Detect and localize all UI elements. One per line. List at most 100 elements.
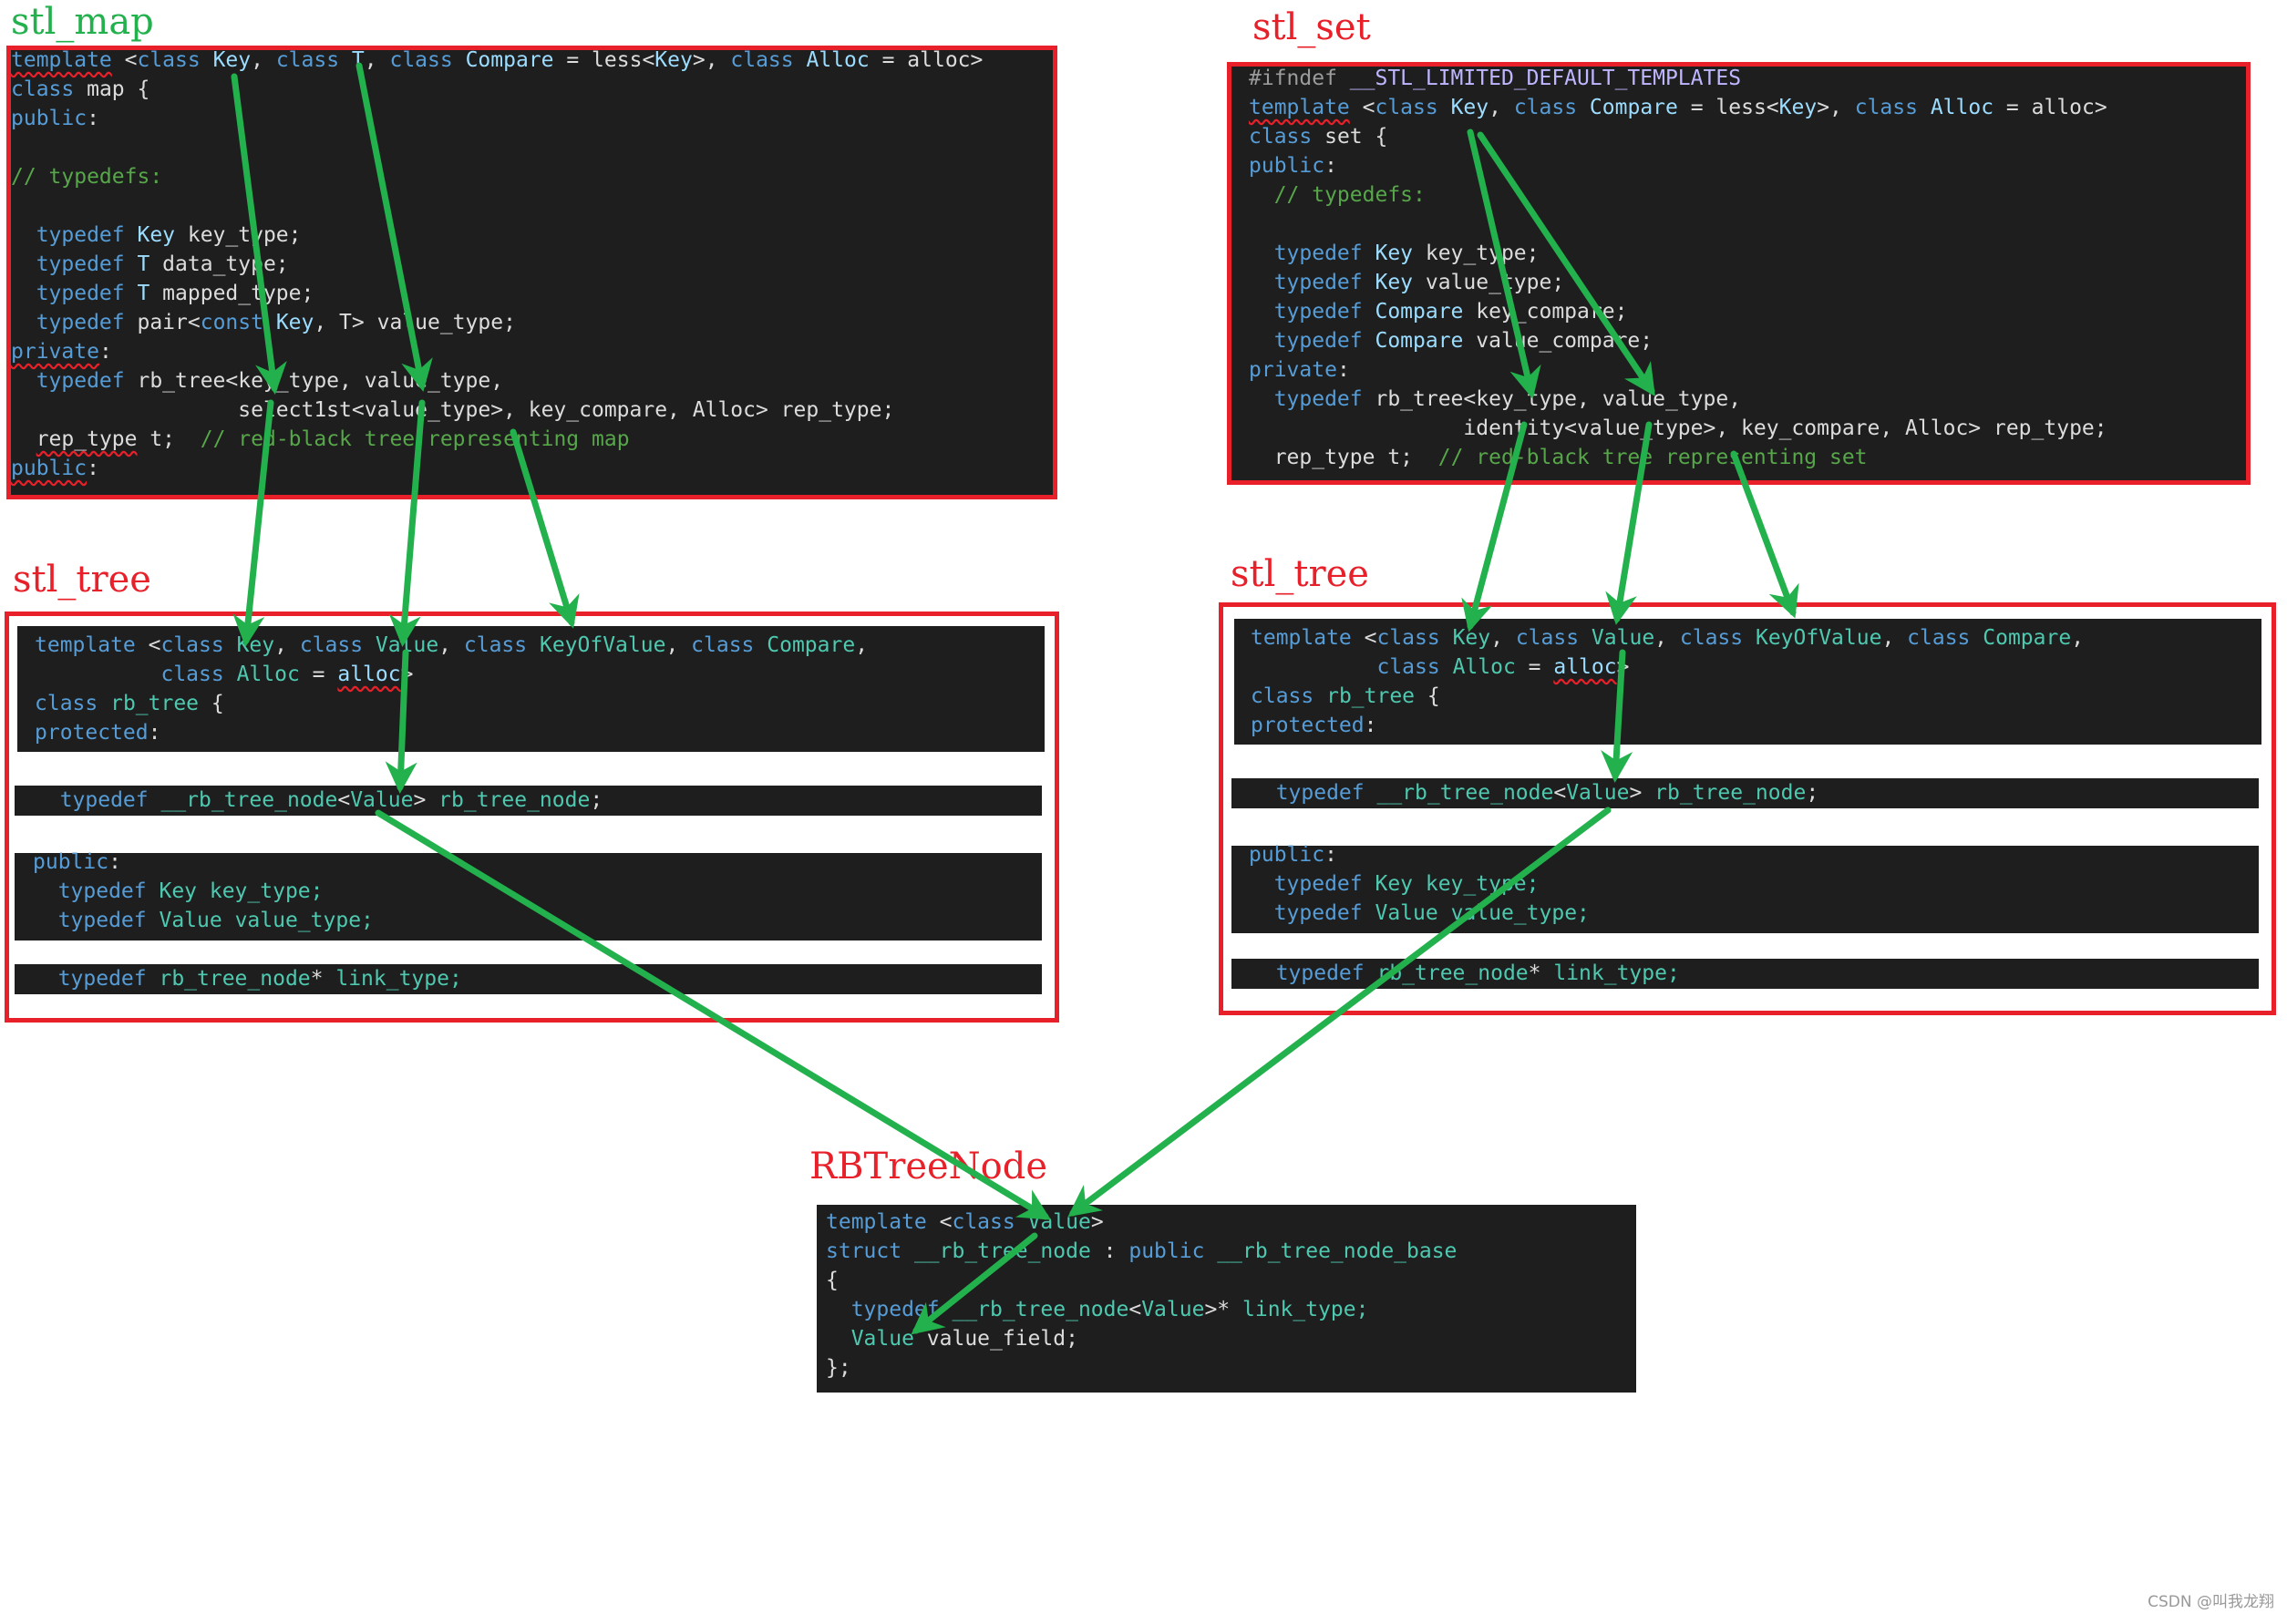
code-token: template	[35, 633, 136, 657]
code-token: <	[1553, 781, 1567, 805]
code-token: key_type;	[1413, 872, 1540, 896]
code-token: Value	[1362, 901, 1438, 925]
stl-map-label: stl_map	[11, 1, 154, 43]
code-token: class	[1515, 626, 1580, 650]
code-token: >,	[1817, 96, 1855, 119]
code-token: class	[463, 633, 528, 657]
code-token: Key	[146, 879, 198, 903]
code-token: *	[1528, 961, 1554, 985]
code-token: __rb_tree_node	[148, 788, 338, 812]
code-line: typedef Key key_type;	[11, 221, 983, 250]
code-token: alloc	[337, 663, 401, 686]
code-line: {	[826, 1266, 1457, 1295]
code-token: class	[1513, 96, 1578, 119]
code-token: template	[826, 1210, 927, 1234]
code-token: class	[952, 1210, 1015, 1234]
code-line: typedef __rb_tree_node<Value> rb_tree_no…	[1251, 778, 1819, 807]
code-token: // red-black tree representing map	[200, 427, 630, 451]
code-token: typedef	[11, 311, 125, 334]
code-token: <	[337, 788, 351, 812]
code-token: class	[35, 692, 98, 715]
code-line: class Alloc = alloc>	[1251, 653, 2084, 682]
code-token: protected	[35, 721, 149, 745]
code-token: public	[1249, 843, 1325, 867]
code-line: typedef pair<const Key, T> value_type;	[11, 308, 983, 337]
code-token: Alloc	[1439, 655, 1516, 679]
code-token: >*	[1204, 1298, 1242, 1321]
code-token: Value	[1579, 626, 1655, 650]
code-token: = less<	[553, 48, 655, 72]
code-token: >	[1090, 1210, 1104, 1234]
code-token: typedef	[33, 909, 147, 932]
code-token: :	[1336, 358, 1350, 382]
code-token: class	[11, 77, 75, 101]
code-token: public	[1249, 154, 1325, 178]
code-token: mapped_type;	[149, 282, 314, 305]
code-line: class rb_tree {	[1251, 682, 2084, 711]
code-line: public:	[11, 104, 983, 133]
code-token: class	[137, 48, 201, 72]
code-line: template <class Key, class Compare = les…	[1249, 93, 2107, 122]
rbtreenode-label: RBTreeNode	[809, 1146, 1048, 1187]
code-token: , T> value_type;	[314, 311, 516, 334]
stl-tree-right-code-3: public: typedef Key key_type; typedef Va…	[1249, 840, 1590, 928]
code-token: typedef	[33, 967, 147, 991]
code-token: public	[33, 850, 109, 874]
code-token: rb_tree_node	[438, 788, 591, 812]
code-token: <	[135, 633, 161, 657]
code-token: link_type;	[1242, 1298, 1369, 1321]
code-token: typedef	[1249, 329, 1363, 353]
code-token: <	[926, 1210, 953, 1234]
code-line: typedef Key key_type;	[33, 877, 374, 906]
code-line: public:	[33, 848, 374, 877]
code-token: typedef	[11, 369, 125, 393]
code-token: Key	[223, 633, 275, 657]
code-token: {	[826, 1269, 839, 1292]
code-token: rb_tree_node	[146, 967, 311, 991]
code-line: public:	[11, 454, 983, 483]
code-token: key_type;	[175, 223, 302, 247]
code-line: rep_type t; // red-black tree representi…	[11, 425, 983, 454]
code-token: key_type;	[1413, 242, 1540, 265]
code-line: class rb_tree {	[35, 689, 868, 718]
code-token: Value	[1566, 781, 1630, 805]
code-token: typedef	[1249, 271, 1363, 294]
code-token: __rb_tree_node	[1364, 781, 1554, 805]
code-line: typedef rb_tree_node* link_type;	[33, 964, 462, 993]
code-token: Value	[363, 633, 439, 657]
code-line: identity<value_type>, key_compare, Alloc…	[1249, 414, 2107, 443]
code-token: :	[1324, 154, 1337, 178]
code-token: ,	[1654, 626, 1680, 650]
code-token: value_field;	[913, 1327, 1078, 1351]
code-token: Compare	[452, 48, 554, 72]
code-token: Compare	[754, 633, 856, 657]
code-line: // typedefs:	[1249, 180, 2107, 210]
code-line: typedef Key key_type;	[1249, 869, 1590, 899]
code-line: typedef rb_tree<key_type, value_type,	[1249, 385, 2107, 414]
code-token: typedef	[1249, 872, 1363, 896]
code-token: Alloc	[793, 48, 870, 72]
code-token: Key	[654, 48, 693, 72]
code-token: >	[1629, 781, 1655, 805]
code-token: Key	[1362, 242, 1414, 265]
code-token: :	[108, 850, 121, 874]
code-token: KeyOfValue	[1743, 626, 1882, 650]
stl-set-label: stl_set	[1252, 6, 1371, 48]
code-token: <	[1128, 1298, 1142, 1321]
code-line: template <class Key, class T, class Comp…	[11, 46, 983, 75]
code-token: = less<	[1677, 96, 1779, 119]
code-line: };	[826, 1353, 1457, 1382]
code-token: typedef	[11, 223, 125, 247]
code-token: value_type;	[221, 909, 374, 932]
code-line: typedef Key key_type;	[1249, 239, 2107, 268]
code-line: typedef __rb_tree_node<Value>* link_type…	[826, 1295, 1457, 1324]
code-token: key_compare;	[1463, 300, 1628, 324]
code-line: class set {	[1249, 122, 2107, 151]
code-token: link_type;	[1553, 961, 1680, 985]
code-token: :	[87, 457, 99, 480]
code-token: ,	[364, 48, 390, 72]
code-line: protected:	[1251, 711, 2084, 740]
code-token: identity<value_type>, key_compare, Alloc…	[1249, 416, 2107, 440]
code-line: // typedefs:	[11, 162, 983, 191]
